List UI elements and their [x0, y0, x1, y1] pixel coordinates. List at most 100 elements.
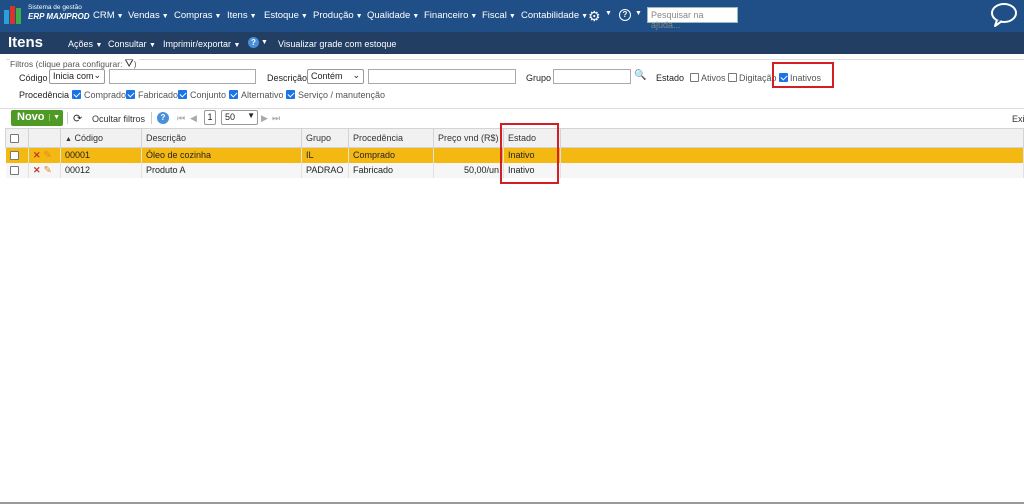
brand-line2: ERP MAXIPROD — [28, 12, 90, 21]
highlight-box-inativos — [772, 62, 834, 88]
help-search-input[interactable]: Pesquisar na ajuda... — [647, 7, 738, 30]
procedencia-servico-label: Serviço / manutenção — [298, 90, 386, 100]
column-header-procedencia[interactable]: Procedência — [348, 128, 434, 148]
toolbar-divider — [151, 112, 152, 124]
procedencia-alternativo-label: Alternativo — [241, 90, 284, 100]
actions-header — [28, 128, 61, 148]
nav-menu-crm[interactable]: CRM ▼ — [93, 10, 124, 21]
novo-button[interactable]: Novo ▼ — [11, 110, 63, 126]
caret-down-icon: ▼ — [233, 42, 241, 49]
page-title: Itens — [8, 34, 44, 51]
brand-name: Sistema de gestão ERP MAXIPROD — [28, 3, 90, 21]
column-header-codigo[interactable]: ▲ Código — [60, 128, 142, 148]
column-header-descricao[interactable]: Descrição — [141, 128, 302, 148]
select-value: 50 — [225, 112, 236, 122]
row-checkbox[interactable] — [9, 166, 19, 176]
edit-pencil-icon[interactable]: ✎ — [44, 165, 52, 176]
chat-bubble-icon[interactable] — [989, 2, 1019, 28]
maxiprod-logo-icon[interactable] — [4, 4, 24, 24]
filler-header — [560, 128, 1024, 148]
question-help-icon[interactable]: ? — [248, 37, 259, 48]
cell-procedencia: Comprado — [348, 147, 434, 163]
consultar-menu[interactable]: Consultar ▼ — [108, 39, 156, 49]
gear-icon[interactable]: ⚙ — [588, 8, 601, 25]
caret-down-icon[interactable]: ▼ — [635, 10, 642, 17]
descricao-mode-select[interactable]: Contém ⌄ — [307, 69, 364, 84]
cell-preco — [433, 147, 504, 163]
grupo-label: Grupo — [526, 73, 552, 83]
cell-codigo: 00012 — [60, 162, 142, 178]
visualizar-grade-link[interactable]: Visualizar grade com estoque — [278, 39, 396, 49]
row-select-cell — [5, 147, 29, 163]
select-value: Contém — [311, 71, 343, 81]
nav-menu-vendas[interactable]: Vendas ▼ — [128, 10, 169, 21]
nav-label: Vendas — [128, 10, 160, 21]
procedencia-alternativo-checkbox[interactable] — [229, 90, 238, 99]
caret-down-icon: ▼ — [412, 13, 420, 20]
exibir-menu-truncated[interactable]: Exi — [1012, 114, 1024, 124]
estado-digitacao-label: Digitação — [739, 73, 777, 83]
chevron-down-icon: ▼ — [247, 111, 255, 120]
codigo-input[interactable] — [109, 69, 256, 84]
delete-icon[interactable]: ✕ — [33, 165, 41, 175]
caret-down-icon[interactable]: ▼ — [261, 39, 268, 46]
filler-cell — [560, 162, 1024, 178]
nav-menu-producao[interactable]: Produção ▼ — [313, 10, 363, 21]
caret-down-icon: ▼ — [161, 13, 169, 20]
grid-help-icon[interactable]: ? — [157, 112, 169, 124]
nav-menu-estoque[interactable]: Estoque ▼ — [264, 10, 308, 21]
nav-menu-qualidade[interactable]: Qualidade ▼ — [367, 10, 419, 21]
cell-procedencia: Fabricado — [348, 162, 434, 178]
row-select-cell — [5, 162, 29, 178]
caret-down-icon[interactable]: ▼ — [49, 114, 60, 121]
nav-label: Financeiro — [424, 10, 469, 21]
search-icon[interactable]: 🔍 — [634, 70, 646, 81]
row-checkbox[interactable] — [9, 151, 19, 161]
grupo-input[interactable] — [553, 69, 631, 84]
descricao-input[interactable] — [368, 69, 516, 84]
page-number-input[interactable]: 1 — [204, 110, 216, 125]
estado-digitacao-checkbox[interactable] — [728, 73, 737, 82]
page-size-select[interactable]: 50 ▼ — [221, 110, 258, 125]
codigo-mode-select[interactable]: Inicia com ⌄ — [49, 69, 105, 84]
nav-menu-financeiro[interactable]: Financeiro ▼ — [424, 10, 477, 21]
toolbar-divider — [67, 112, 68, 124]
ocultar-filtros-button[interactable]: Ocultar filtros — [92, 114, 145, 124]
next-page-icon[interactable]: ▶ — [261, 113, 268, 124]
procedencia-comprado-checkbox[interactable] — [72, 90, 81, 99]
caret-down-icon: ▼ — [355, 13, 363, 20]
row-actions-cell: ✕ ✎ — [28, 162, 61, 178]
procedencia-servico-checkbox[interactable] — [286, 90, 295, 99]
codigo-label: Código — [19, 73, 48, 83]
first-page-icon[interactable]: ⏮ — [177, 113, 185, 124]
help-icon[interactable]: ? — [619, 9, 631, 21]
edit-pencil-icon[interactable]: ✎ — [44, 150, 52, 161]
imprimir-exportar-menu[interactable]: Imprimir/exportar ▼ — [163, 39, 240, 49]
menu-label: Consultar — [108, 39, 147, 49]
refresh-icon[interactable]: ⟳ — [73, 112, 82, 125]
nav-label: Produção — [313, 10, 354, 21]
nav-menu-contabilidade[interactable]: Contabilidade ▼ — [521, 10, 588, 21]
caret-down-icon[interactable]: ▼ — [605, 10, 612, 17]
last-page-icon[interactable]: ⏭ — [272, 113, 280, 124]
prev-page-icon[interactable]: ◀ — [190, 113, 197, 124]
procedencia-comprado-label: Comprado — [84, 90, 127, 100]
descricao-label: Descrição — [267, 73, 308, 83]
column-header-grupo[interactable]: Grupo — [301, 128, 349, 148]
procedencia-fabricado-checkbox[interactable] — [126, 90, 135, 99]
row-actions-cell: ✕ ✎ — [28, 147, 61, 163]
procedencia-conjunto-checkbox[interactable] — [178, 90, 187, 99]
cell-grupo: IL — [301, 147, 349, 163]
estado-ativos-checkbox[interactable] — [690, 73, 699, 82]
column-header-preco[interactable]: Preço vnd (R$) — [433, 128, 504, 148]
nav-menu-compras[interactable]: Compras ▼ — [174, 10, 221, 21]
delete-icon[interactable]: ✕ — [33, 150, 41, 160]
select-all-checkbox[interactable] — [10, 134, 19, 144]
acoes-menu[interactable]: Ações ▼ — [68, 39, 102, 49]
brand-line1: Sistema de gestão — [28, 4, 82, 11]
nav-menu-fiscal[interactable]: Fiscal ▼ — [482, 10, 516, 21]
caret-down-icon: ▼ — [249, 13, 257, 20]
nav-menu-itens[interactable]: Itens ▼ — [227, 10, 257, 21]
cell-descricao: Produto A — [141, 162, 302, 178]
caret-down-icon: ▼ — [116, 13, 124, 20]
